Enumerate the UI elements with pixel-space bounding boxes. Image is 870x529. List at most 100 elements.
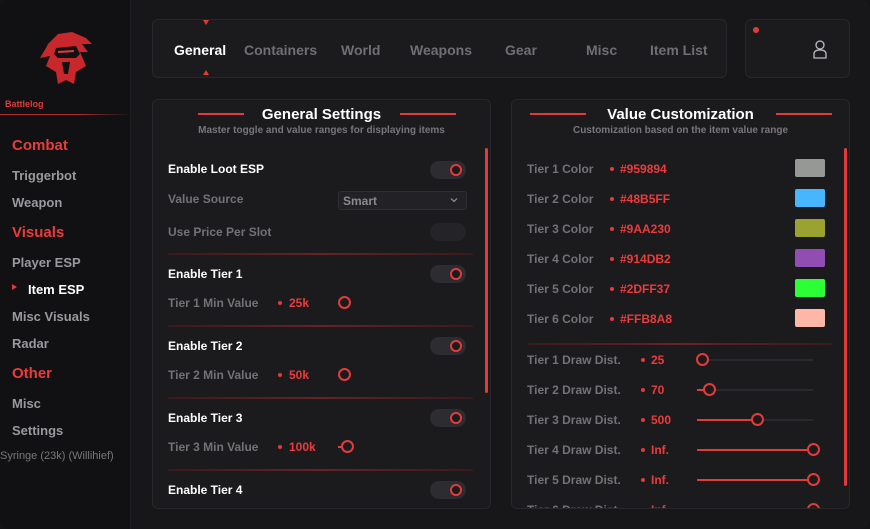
tier-4-color-label: Tier 4 Color: [527, 252, 594, 266]
divider: [168, 397, 473, 399]
panel-subtitle: Master toggle and value ranges for displ…: [198, 125, 445, 136]
active-tab-marker-bottom-icon: [203, 70, 209, 75]
sidebar-item-item-esp[interactable]: Item ESP: [28, 282, 84, 297]
value-bullet: [641, 448, 645, 452]
tier-1-draw-dist-knob[interactable]: [696, 353, 709, 366]
tab-gear[interactable]: Gear: [505, 42, 537, 58]
tier-4-color-hex: #914DB2: [620, 252, 671, 266]
tier-5-draw-dist-knob[interactable]: [807, 473, 820, 486]
enable-tier-2-toggle[interactable]: [430, 337, 466, 355]
tab-item-list[interactable]: Item List: [650, 42, 708, 58]
tier-6-color-label: Tier 6 Color: [527, 312, 594, 326]
tier-2-min-value: 50k: [289, 368, 310, 382]
tier-3-color-swatch[interactable]: [795, 219, 825, 237]
value-source-select[interactable]: Smart: [338, 191, 467, 210]
tier-1-min-value: 25k: [289, 296, 310, 310]
chevron-down-icon: [450, 198, 458, 203]
user-icon[interactable]: [812, 39, 828, 59]
enable-loot-esp-toggle[interactable]: [430, 161, 466, 179]
divider: [527, 343, 832, 345]
tier-5-color-hex: #2DFF37: [620, 282, 671, 296]
tier-5-draw-dist-fill: [697, 479, 813, 481]
value-bullet: [641, 358, 645, 362]
tier-6-draw-dist-knob[interactable]: [807, 503, 820, 508]
tier-3-color-hex: #9AA230: [620, 222, 671, 236]
tab-misc[interactable]: Misc: [586, 42, 617, 58]
tier-3-min-slider-knob[interactable]: [341, 440, 354, 453]
tier-1-draw-dist-track[interactable]: [697, 359, 813, 361]
tier-4-draw-dist-label: Tier 4 Draw Dist.: [527, 443, 621, 457]
tier-6-draw-dist-label: Tier 6 Draw Dist.: [527, 503, 621, 508]
value-bullet: [641, 388, 645, 392]
value-bullet: [610, 227, 614, 231]
sidebar-item-weapon[interactable]: Weapon: [12, 195, 62, 210]
scrollbar[interactable]: [485, 148, 488, 393]
sidebar-item-radar[interactable]: Radar: [12, 336, 49, 351]
tier-3-draw-dist-fill: [697, 419, 757, 421]
tier-2-color-swatch[interactable]: [795, 189, 825, 207]
sidebar-item-player-esp[interactable]: Player ESP: [12, 255, 81, 270]
scrollbar[interactable]: [844, 148, 847, 486]
general-settings-panel: General Settings Master toggle and value…: [152, 99, 491, 509]
active-tab-marker-top-icon: [203, 20, 209, 25]
tab-general[interactable]: General: [174, 42, 226, 58]
tab-weapons[interactable]: Weapons: [410, 42, 472, 58]
knight-helmet-logo-icon: [40, 32, 92, 84]
tier-2-color-hex: #48B5FF: [620, 192, 671, 206]
tier-3-draw-dist-knob[interactable]: [751, 413, 764, 426]
enable-tier-3-toggle[interactable]: [430, 409, 466, 427]
value-bullet: [610, 197, 614, 201]
section-combat: Combat: [12, 137, 68, 154]
enable-tier-1-toggle[interactable]: [430, 265, 466, 283]
tab-containers[interactable]: Containers: [244, 42, 317, 58]
sidebar-item-misc[interactable]: Misc: [12, 396, 41, 411]
value-bullet: [610, 287, 614, 291]
panel-title: General Settings: [261, 106, 382, 123]
tier-1-draw-dist-value: 25: [651, 353, 665, 367]
value-bullet: [641, 418, 645, 422]
value-bullet: [278, 445, 282, 449]
value-source-label: Value Source: [168, 192, 244, 206]
value-bullet: [641, 478, 645, 482]
tier-3-min-value: 100k: [289, 440, 316, 454]
price-per-slot-toggle[interactable]: [430, 223, 466, 241]
tier-4-draw-dist-fill: [697, 449, 813, 451]
enable-tier-4-label: Enable Tier 4: [168, 483, 243, 497]
tier-4-draw-dist-knob[interactable]: [807, 443, 820, 456]
tier-1-min-slider-knob[interactable]: [338, 296, 351, 309]
divider: [168, 325, 473, 327]
sidebar-item-settings[interactable]: Settings: [12, 423, 63, 438]
tier-1-color-swatch[interactable]: [795, 159, 825, 177]
enable-tier-3-label: Enable Tier 3: [168, 411, 243, 425]
brand-divider: [0, 114, 131, 115]
divider: [168, 469, 473, 471]
sidebar-item-misc-visuals[interactable]: Misc Visuals: [12, 309, 90, 324]
tier-4-color-swatch[interactable]: [795, 249, 825, 267]
divider: [168, 253, 473, 255]
enable-tier-1-label: Enable Tier 1: [168, 267, 243, 281]
sidebar-item-triggerbot[interactable]: Triggerbot: [12, 168, 76, 183]
tier-2-draw-dist-label: Tier 2 Draw Dist.: [527, 383, 621, 397]
tier-5-draw-dist-label: Tier 5 Draw Dist.: [527, 473, 621, 487]
tier-6-color-swatch[interactable]: [795, 309, 825, 327]
tier-2-draw-dist-value: 70: [651, 383, 665, 397]
tab-world[interactable]: World: [341, 42, 380, 58]
active-arrow-icon: [12, 284, 17, 290]
enable-tier-4-toggle[interactable]: [430, 481, 466, 499]
brand-label: Battlelog: [5, 99, 44, 109]
value-bullet: [278, 373, 282, 377]
section-other: Other: [12, 365, 53, 382]
value-bullet: [641, 508, 645, 509]
tier-6-draw-dist-value: Inf.: [651, 503, 669, 508]
tier-1-min-label: Tier 1 Min Value: [168, 296, 259, 310]
tier-2-min-label: Tier 2 Min Value: [168, 368, 259, 382]
tier-3-draw-dist-value: 500: [651, 413, 672, 427]
tier-2-min-slider-knob[interactable]: [338, 368, 351, 381]
tier-2-color-label: Tier 2 Color: [527, 192, 594, 206]
tier-1-color-label: Tier 1 Color: [527, 162, 594, 176]
value-bullet: [278, 301, 282, 305]
user-box[interactable]: [745, 19, 850, 78]
tier-5-color-swatch[interactable]: [795, 279, 825, 297]
tier-4-draw-dist-value: Inf.: [651, 443, 669, 457]
tier-2-draw-dist-knob[interactable]: [703, 383, 716, 396]
